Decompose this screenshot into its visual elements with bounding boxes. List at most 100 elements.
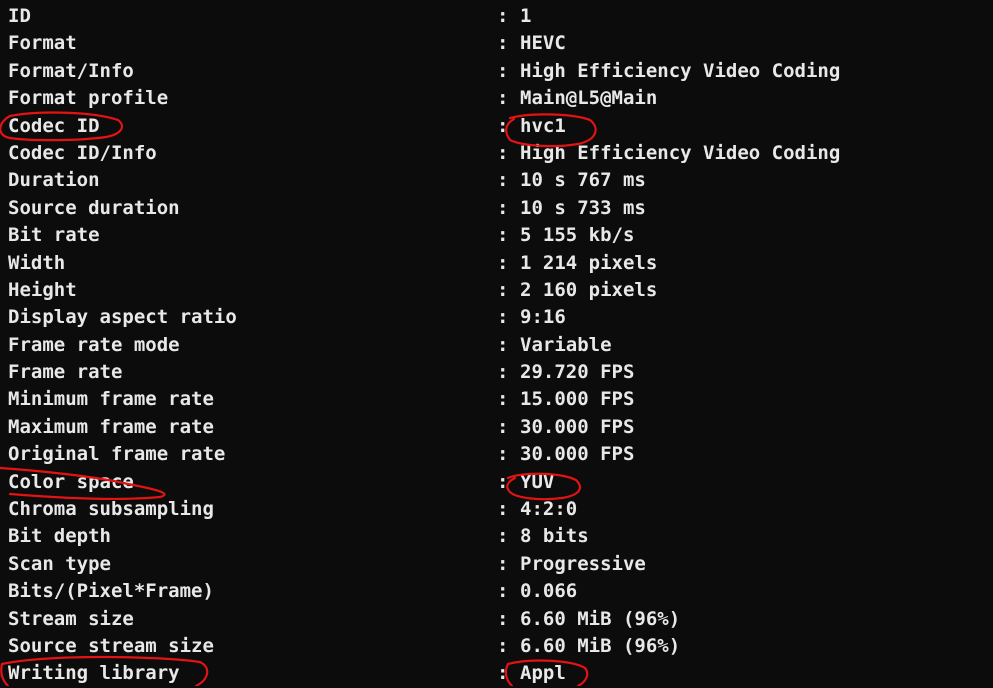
row-value: Variable	[520, 333, 612, 356]
row-separator: :	[497, 169, 509, 192]
mediainfo-row-maximum-frame-rate: Maximum frame rate:30.000 FPS	[0, 414, 993, 441]
row-key: Format	[8, 32, 77, 55]
row-separator: :	[497, 580, 509, 603]
row-value: 4:2:0	[520, 498, 578, 521]
mediainfo-row-source-duration: Source duration:10 s 733 ms	[0, 195, 993, 222]
row-value: hvc1	[520, 114, 566, 137]
row-value: 9:16	[520, 306, 566, 329]
row-key: Display aspect ratio	[8, 306, 237, 329]
row-key: Bit depth	[8, 525, 111, 548]
row-separator: :	[497, 607, 509, 630]
row-separator: :	[497, 306, 509, 329]
row-value: 10 s 767 ms	[520, 169, 646, 192]
mediainfo-row-id: ID:1	[0, 3, 993, 30]
row-key: Frame rate	[8, 361, 123, 384]
row-value: High Efficiency Video Coding	[520, 141, 841, 164]
row-value: 29.720 FPS	[520, 361, 635, 384]
mediainfo-row-bit-depth: Bit depth:8 bits	[0, 523, 993, 550]
row-separator: :	[497, 114, 509, 137]
row-key: Frame rate mode	[8, 333, 180, 356]
row-value: HEVC	[520, 32, 566, 55]
row-key: ID	[8, 5, 31, 27]
row-separator: :	[497, 470, 509, 493]
row-key: Duration	[8, 169, 100, 192]
mediainfo-row-width: Width:1 214 pixels	[0, 250, 993, 277]
mediainfo-row-color-space: Color space: YUV	[0, 469, 993, 496]
row-key: Bit rate	[8, 224, 100, 247]
row-value: 30.000 FPS	[520, 443, 635, 466]
row-value: YUV	[520, 470, 555, 493]
mediainfo-row-codec-id-info: Codec ID/Info: High Efficiency Video Codi…	[0, 140, 993, 167]
row-key: Writing library	[8, 662, 180, 685]
row-key: Maximum frame rate	[8, 415, 214, 438]
mediainfo-row-codec-id: Codec ID: hvc1	[0, 113, 993, 140]
row-key: Format profile	[8, 87, 169, 110]
row-value: 8 bits	[520, 525, 589, 548]
mediainfo-row-format-profile: Format profile: Main@L5@Main	[0, 85, 993, 112]
row-key: Codec ID/Info	[8, 141, 157, 164]
row-separator: :	[497, 224, 509, 247]
row-separator: :	[497, 141, 509, 164]
mediainfo-row-original-frame-rate: Original frame rate:30.000 FPS	[0, 441, 993, 468]
row-value: 10 s 733 ms	[520, 196, 646, 219]
row-value: 1	[520, 5, 532, 27]
row-value: 6.60 MiB (96%)	[520, 607, 681, 630]
row-key: Chroma subsampling	[8, 498, 214, 521]
mediainfo-row-writing-library: Writing library: Appl	[0, 660, 993, 687]
row-key: Scan type	[8, 552, 111, 575]
row-key: Color space	[8, 470, 134, 493]
row-value: Appl	[520, 662, 566, 685]
mediainfo-row-duration: Duration:10 s 767 ms	[0, 167, 993, 194]
mediainfo-row-bit-rate: Bit rate:5 155 kb/s	[0, 222, 993, 249]
row-key: Original frame rate	[8, 443, 226, 466]
mediainfo-row-scan-type: Scan type: Progressive	[0, 551, 993, 578]
row-key: Bits/(Pixel*Frame)	[8, 580, 214, 603]
row-value: 5 155 kb/s	[520, 224, 635, 247]
mediainfo-output: ID:1 Format: HEVC Format/Info: High Effici…	[0, 3, 993, 688]
row-key: Codec ID	[8, 114, 100, 137]
row-separator: :	[497, 662, 509, 685]
row-key: Height	[8, 278, 77, 301]
row-separator: :	[497, 498, 509, 521]
row-key: Width	[8, 251, 66, 274]
row-value: 6.60 MiB (96%)	[520, 634, 681, 657]
row-key: Minimum frame rate	[8, 388, 214, 411]
row-value: 2 160 pixels	[520, 278, 658, 301]
row-separator: :	[497, 634, 509, 657]
row-separator: :	[497, 32, 509, 55]
mediainfo-row-frame-rate: Frame rate:29.720 FPS	[0, 359, 993, 386]
row-separator: :	[497, 443, 509, 466]
row-value: 30.000 FPS	[520, 415, 635, 438]
row-separator: :	[497, 251, 509, 274]
row-value: 1 214 pixels	[520, 251, 658, 274]
row-key: Stream size	[8, 607, 134, 630]
row-value: Main@L5@Main	[520, 87, 658, 110]
row-separator: :	[497, 415, 509, 438]
mediainfo-row-format: Format: HEVC	[0, 30, 993, 57]
mediainfo-row-height: Height:2 160 pixels	[0, 277, 993, 304]
row-separator: :	[497, 59, 509, 82]
row-separator: :	[497, 5, 509, 27]
mediainfo-row-minimum-frame-rate: Minimum frame rate:15.000 FPS	[0, 386, 993, 413]
row-key: Format/Info	[8, 59, 134, 82]
row-separator: :	[497, 278, 509, 301]
row-value: Progressive	[520, 552, 646, 575]
mediainfo-row-stream-size: Stream size:6.60 MiB (96%)	[0, 606, 993, 633]
mediainfo-row-source-stream-size: Source stream size:6.60 MiB (96%)	[0, 633, 993, 660]
row-separator: :	[497, 196, 509, 219]
mediainfo-row-display-aspect-ratio: Display aspect ratio:9:16	[0, 304, 993, 331]
row-value: High Efficiency Video Coding	[520, 59, 841, 82]
row-separator: :	[497, 388, 509, 411]
row-separator: :	[497, 361, 509, 384]
mediainfo-row-bits-per-pixel-frame: Bits/(Pixel*Frame):0.066	[0, 578, 993, 605]
row-separator: :	[497, 333, 509, 356]
row-key: Source duration	[8, 196, 180, 219]
terminal-window[interactable]: ID:1 Format: HEVC Format/Info: High Effici…	[0, 0, 993, 686]
row-value: 15.000 FPS	[520, 388, 635, 411]
mediainfo-row-frame-rate-mode: Frame rate mode: Variable	[0, 332, 993, 359]
row-separator: :	[497, 525, 509, 548]
row-key: Source stream size	[8, 634, 214, 657]
row-separator: :	[497, 552, 509, 575]
row-value: 0.066	[520, 580, 578, 603]
mediainfo-row-format-info: Format/Info: High Efficiency Video Coding	[0, 58, 993, 85]
